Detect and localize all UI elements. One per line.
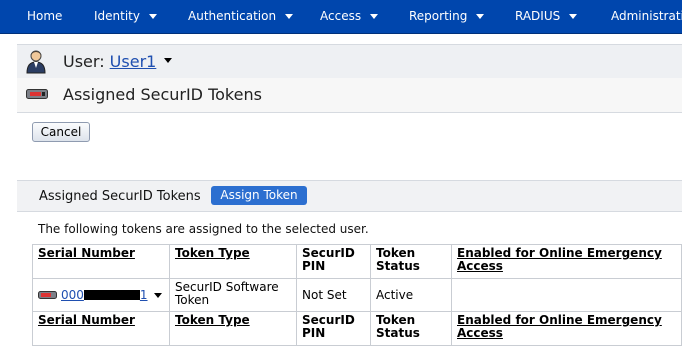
nav-identity[interactable]: Identity — [94, 9, 157, 23]
nav-administration[interactable]: Administration — [611, 9, 682, 23]
chevron-down-icon — [149, 14, 157, 19]
user-menu-caret-icon[interactable] — [164, 58, 172, 63]
column-header-status: Token Status — [370, 244, 452, 279]
user-name-link[interactable]: User1 — [110, 52, 157, 71]
column-footer-pin: SecurID PIN — [296, 311, 371, 346]
pin-cell: Not Set — [296, 278, 371, 312]
nav-radius[interactable]: RADIUS — [515, 9, 578, 23]
table-row: 000 1 SecurID Software Token Not Set Acti… — [32, 278, 682, 312]
chevron-down-icon — [285, 14, 294, 19]
column-footer-emergency[interactable]: Enabled for Online Emergency Access — [451, 311, 682, 346]
user-bar: User: User1 — [17, 44, 682, 79]
nav-home[interactable]: Home — [27, 9, 62, 23]
column-footer-serial[interactable]: Serial Number — [32, 311, 170, 346]
token-type-cell: SecurID Software Token — [169, 278, 297, 312]
redaction-bar — [83, 290, 140, 300]
column-footer-status: Token Status — [370, 311, 452, 346]
cancel-button[interactable]: Cancel — [32, 122, 90, 142]
nav-authentication[interactable]: Authentication — [188, 9, 294, 23]
nav-reporting[interactable]: Reporting — [409, 9, 485, 23]
nav-access[interactable]: Access — [320, 9, 379, 23]
column-header-serial[interactable]: Serial Number — [32, 244, 170, 279]
user-heading: User: User1 — [63, 52, 157, 71]
column-header-emergency[interactable]: Enabled for Online Emergency Access — [451, 244, 682, 279]
page-title: Assigned SecurID Tokens — [63, 85, 262, 104]
chevron-down-icon — [370, 14, 379, 19]
emergency-cell — [451, 278, 682, 312]
top-nav: Home Identity Authentication Access Repo… — [0, 0, 682, 34]
tokens-table: Serial Number Token Type SecurID PIN Tok… — [32, 244, 682, 346]
serial-number-link[interactable]: 000 1 — [61, 288, 148, 302]
chevron-down-icon — [569, 14, 578, 19]
table-footer-row: Serial Number Token Type SecurID PIN Tok… — [32, 311, 682, 346]
serial-cell: 000 1 — [32, 278, 170, 312]
info-text: The following tokens are assigned to the… — [38, 222, 369, 236]
column-footer-type[interactable]: Token Type — [169, 311, 297, 346]
table-header-row: Serial Number Token Type SecurID PIN Tok… — [32, 244, 682, 279]
column-header-pin: SecurID PIN — [296, 244, 371, 279]
page-header: Assigned SecurID Tokens — [17, 78, 682, 113]
user-icon — [26, 50, 46, 74]
token-icon — [26, 89, 48, 99]
section-title: Assigned SecurID Tokens — [39, 189, 201, 204]
status-cell: Active — [370, 278, 452, 312]
assign-token-button[interactable]: Assign Token — [211, 186, 307, 205]
token-icon — [38, 291, 57, 299]
section-header: Assigned SecurID Tokens Assign Token — [17, 180, 682, 212]
chevron-down-icon — [476, 14, 485, 19]
column-header-type[interactable]: Token Type — [169, 244, 297, 279]
row-menu-caret-icon[interactable] — [153, 292, 162, 298]
